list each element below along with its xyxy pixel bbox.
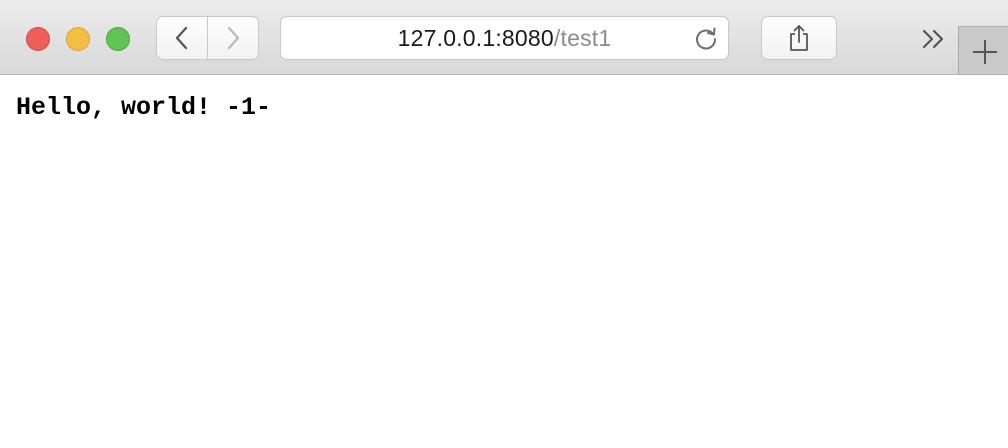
chevron-left-icon	[175, 26, 188, 50]
zoom-window-button[interactable]	[106, 27, 130, 51]
browser-toolbar: 127.0.0.1:8080/test1	[0, 0, 1008, 75]
reload-icon[interactable]	[693, 26, 719, 52]
url-text: 127.0.0.1:8080/test1	[398, 25, 612, 52]
browser-window: 127.0.0.1:8080/test1 Hello, world! -1-	[0, 0, 1008, 448]
forward-button[interactable]	[207, 16, 259, 60]
new-tab-button[interactable]	[958, 26, 1008, 74]
page-body-text: Hello, world! -1-	[16, 93, 272, 122]
share-icon	[790, 25, 808, 51]
address-bar[interactable]: 127.0.0.1:8080/test1	[280, 16, 729, 60]
minimize-window-button[interactable]	[66, 27, 90, 51]
url-path: /test1	[553, 24, 612, 51]
double-chevron-right-icon[interactable]	[918, 24, 950, 54]
plus-icon	[973, 40, 997, 64]
back-button[interactable]	[156, 16, 208, 60]
url-host: 127.0.0.1:8080	[397, 24, 554, 51]
chevron-right-icon	[227, 26, 240, 50]
share-button[interactable]	[761, 16, 837, 60]
page-content: Hello, world! -1-	[0, 75, 1008, 448]
close-window-button[interactable]	[26, 27, 50, 51]
